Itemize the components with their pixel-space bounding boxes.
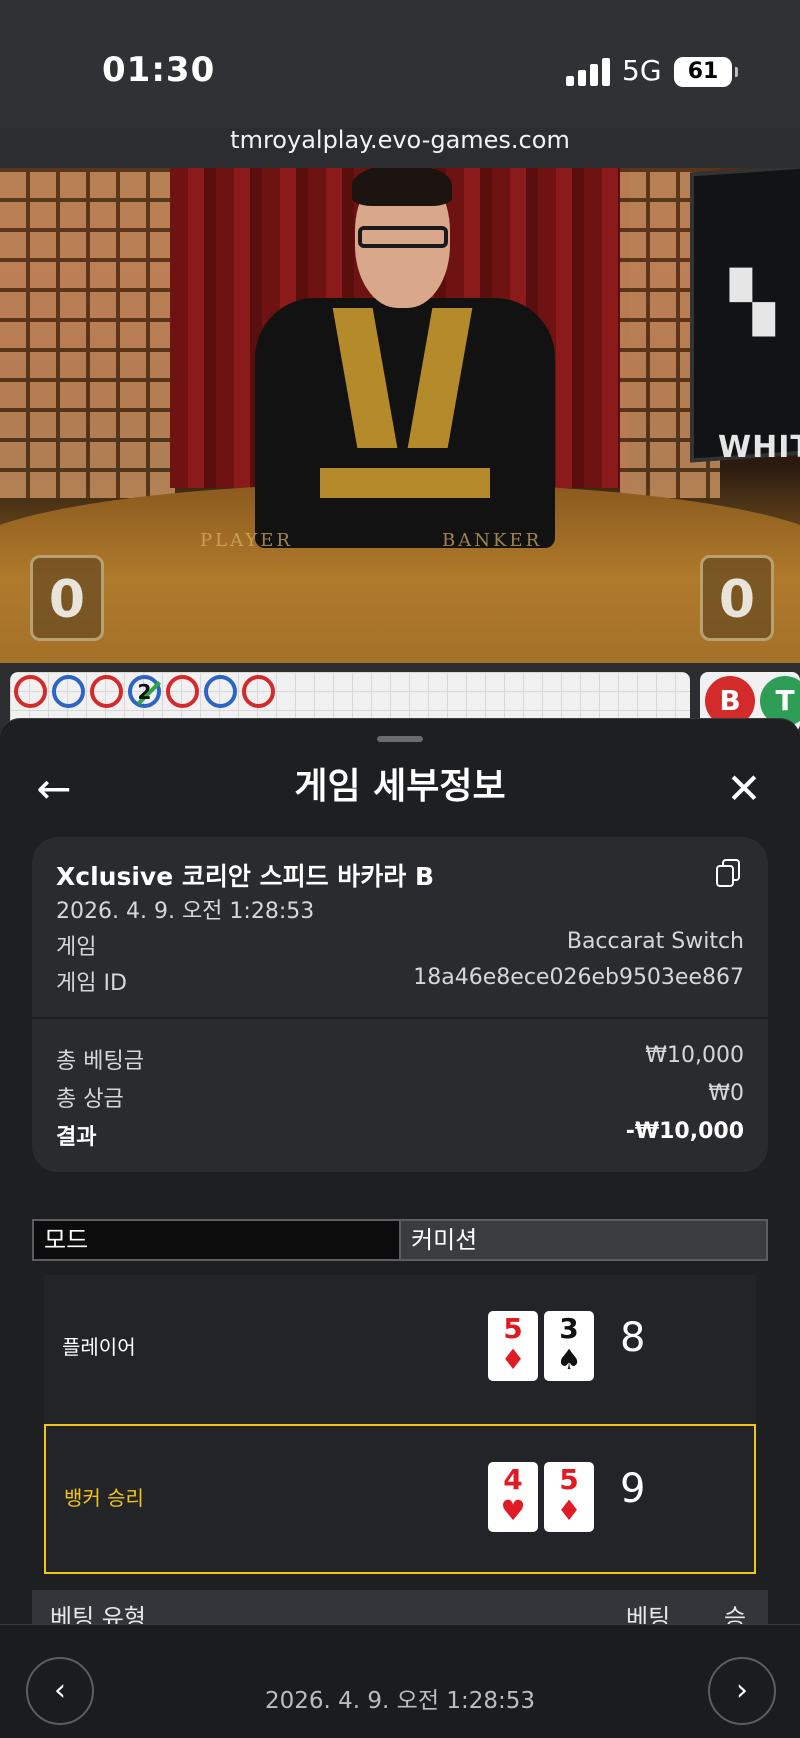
player-hand: 플레이어 5 ♦ 3 ♠ 8: [44, 1275, 756, 1425]
bead-blue-tie: 2: [128, 675, 162, 708]
sheet-title: 게임 세부정보: [294, 766, 506, 807]
banker-hand-label: 뱅커 승리: [64, 1486, 144, 1510]
bead-red: [242, 675, 275, 708]
total-bet-row: 총 베팅금 ₩10,000: [56, 1043, 744, 1074]
result-row: 결과 -₩10,000: [56, 1119, 744, 1150]
bead-red: [166, 675, 199, 708]
game-datetime: 2026. 4. 9. 오전 1:28:53: [56, 899, 315, 924]
player-score: 0: [30, 555, 104, 641]
playing-card: 3 ♠: [544, 1311, 594, 1381]
table-label-banker: BANKER: [442, 530, 543, 551]
clock: 01:30: [102, 50, 216, 90]
total-win-row: 총 상금 ₩0: [56, 1081, 744, 1112]
bead-red: [90, 675, 123, 708]
signal-icon: [566, 56, 612, 86]
live-video: ▚ WHITE PLAYER BANKER 0 0: [0, 168, 800, 663]
url-bar[interactable]: tmroyalplay.evo-games.com: [0, 126, 800, 154]
copy-icon[interactable]: [716, 859, 742, 889]
player-total: 8: [620, 1315, 646, 1361]
game-row: 게임 Baccarat Switch: [56, 929, 744, 960]
history-navigation: ‹ 2026. 4. 9. 오전 1:28:53 ›: [0, 1624, 800, 1738]
dealer-glasses: [358, 226, 448, 248]
monitor-logo: WHITE: [718, 430, 800, 465]
bead-blue: [52, 675, 85, 708]
tab-commission[interactable]: 커미션: [399, 1221, 766, 1259]
chevron-right-icon[interactable]: ›: [708, 1657, 776, 1725]
bead-red: [14, 675, 47, 708]
banker-score: 0: [700, 555, 774, 641]
banker-total: 9: [620, 1466, 646, 1512]
lattice-window-left: [0, 168, 175, 498]
dealer-body: [255, 298, 555, 548]
game-name: Xclusive 코리안 스피드 바카라 B: [56, 862, 435, 891]
game-details-sheet: ← 게임 세부정보 ✕ Xclusive 코리안 스피드 바카라 B 2026.…: [0, 718, 800, 1738]
game-id-row: 게임 ID 18a46e8ece026eb9503ee867: [56, 965, 744, 996]
game-summary-card: Xclusive 코리안 스피드 바카라 B 2026. 4. 9. 오전 1:…: [32, 837, 768, 1172]
bead-blue: [204, 675, 237, 708]
playing-card: 5 ♦: [488, 1311, 538, 1381]
player-hand-label: 플레이어: [62, 1335, 136, 1359]
playing-card: 4 ♥: [488, 1462, 538, 1532]
banker-hand: 뱅커 승리 4 ♥ 5 ♦ 9: [44, 1424, 756, 1574]
close-icon[interactable]: ✕: [714, 759, 774, 819]
status-bar: 01:30 5G 61 tmroyalplay.evo-games.com: [0, 0, 800, 154]
table-label-player: PLAYER: [200, 530, 293, 551]
battery-icon: 61: [674, 57, 738, 87]
mode-tabs: 모드 커미션: [32, 1219, 768, 1261]
nav-datetime: 2026. 4. 9. 오전 1:28:53: [265, 1688, 535, 1714]
divider: [32, 1017, 768, 1019]
brand-mark-icon: ▚: [730, 268, 775, 336]
playing-card: 5 ♦: [544, 1462, 594, 1532]
tab-mode[interactable]: 모드: [34, 1221, 399, 1259]
network-type: 5G: [622, 54, 662, 87]
sheet-drag-handle[interactable]: [377, 736, 423, 742]
